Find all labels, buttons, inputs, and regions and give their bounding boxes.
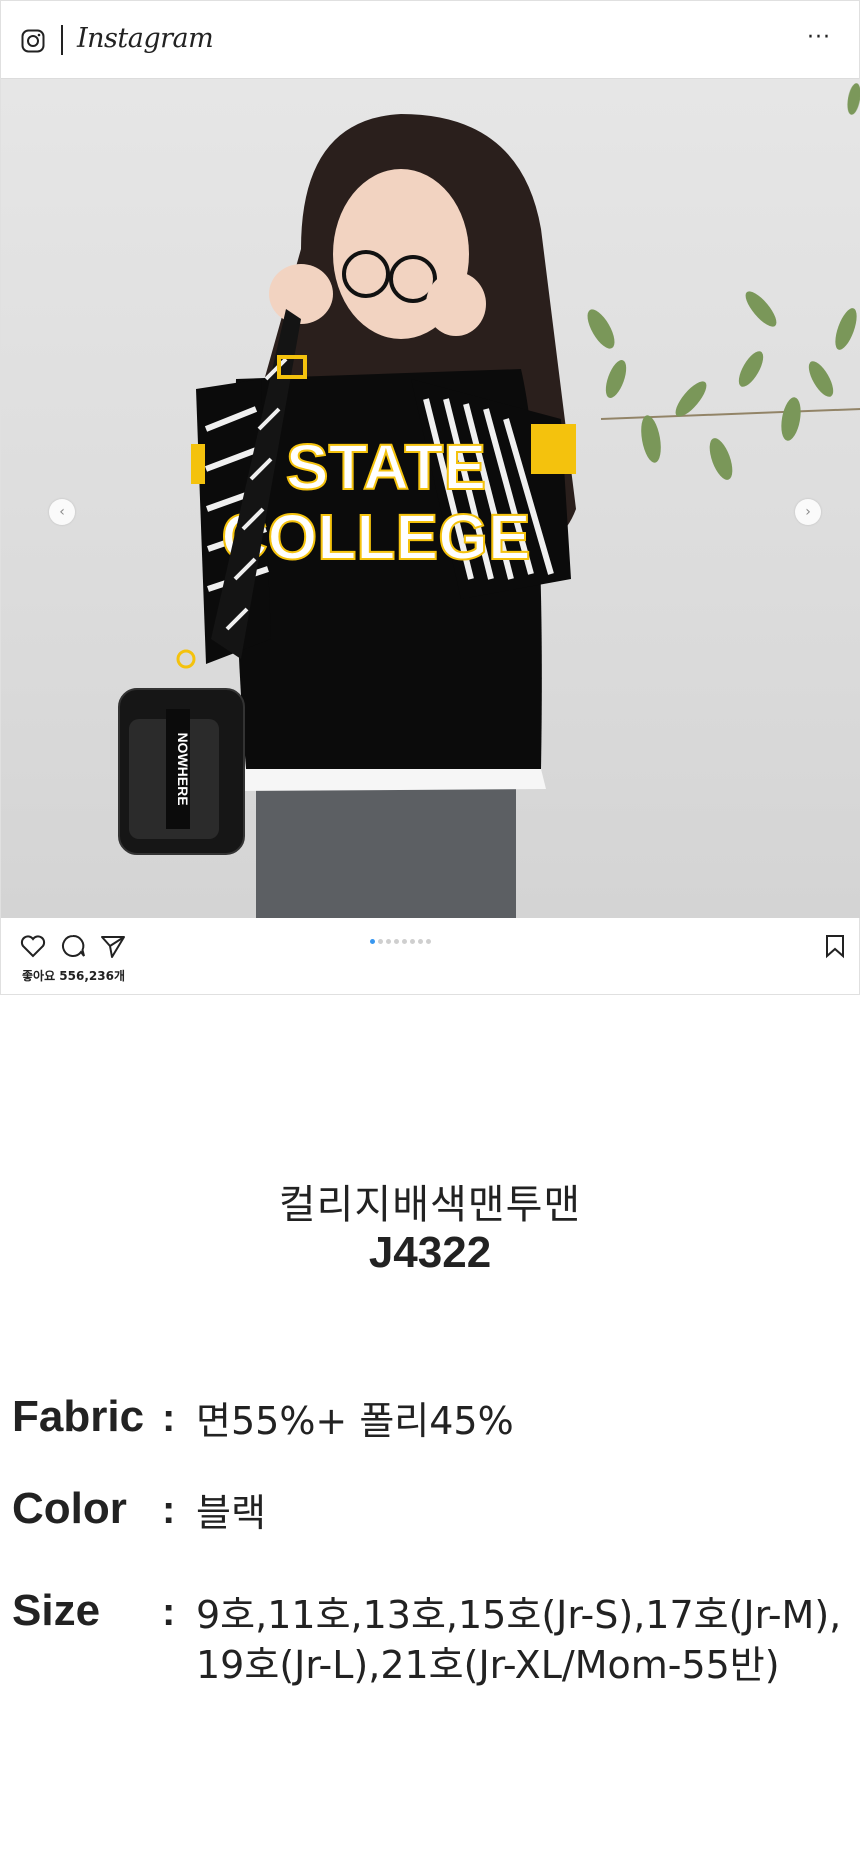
- carousel-dot: [394, 939, 399, 944]
- carousel-prev-button[interactable]: ‹: [49, 499, 75, 525]
- carousel-dot: [370, 939, 375, 944]
- post-header: Instagram ···: [1, 1, 859, 79]
- color-value: 블랙: [196, 1491, 266, 1535]
- color-label: Color: [12, 1484, 127, 1533]
- heart-icon[interactable]: [19, 932, 47, 960]
- photo-illustration: STATE COLLEGE NOWHERE: [118, 83, 860, 918]
- size-value-line2: 19호(Jr-L),21호(Jr-XL/Mom-55반): [196, 1643, 780, 1687]
- plant-leaves: [587, 83, 860, 480]
- instagram-wordmark[interactable]: Instagram: [77, 23, 214, 54]
- size-colon: :: [162, 1590, 176, 1634]
- carousel-dot: [426, 939, 431, 944]
- more-options-icon[interactable]: ···: [807, 25, 831, 50]
- share-icon[interactable]: [99, 932, 127, 960]
- instagram-camera-icon[interactable]: [21, 29, 45, 53]
- carousel-dots: [370, 939, 431, 944]
- header-divider: [61, 25, 63, 55]
- bookmark-icon[interactable]: [821, 932, 849, 960]
- instagram-post-card: Instagram ··· STATE COLLEGE NOWHERE ‹ › …: [0, 0, 860, 995]
- product-code: J4322: [368, 1228, 492, 1277]
- likes-count[interactable]: 좋아요 556,236개: [22, 967, 125, 984]
- tee-print-line1: STATE: [286, 431, 486, 503]
- comment-icon[interactable]: [59, 932, 87, 960]
- tee-print-line2: COLLEGE: [221, 501, 530, 573]
- fabric-colon: :: [162, 1396, 176, 1440]
- post-actions-bar: [1, 918, 860, 996]
- carousel-dot: [418, 939, 423, 944]
- bag-print: NOWHERE: [175, 732, 191, 805]
- carousel-dot: [402, 939, 407, 944]
- fabric-label: Fabric: [12, 1392, 145, 1441]
- size-label: Size: [12, 1586, 101, 1635]
- carousel-dot: [386, 939, 391, 944]
- post-photo: STATE COLLEGE NOWHERE ‹ ›: [1, 79, 860, 918]
- carousel-dot: [410, 939, 415, 944]
- size-value-line1: 9호,11호,13호,15호(Jr-S),17호(Jr-M),: [196, 1593, 842, 1637]
- product-name: 컬리지배색맨투맨: [278, 1182, 582, 1228]
- carousel-next-button[interactable]: ›: [795, 499, 821, 525]
- color-colon: :: [162, 1488, 176, 1532]
- carousel-dot: [378, 939, 383, 944]
- fabric-value: 면55%+ 폴리45%: [196, 1399, 514, 1443]
